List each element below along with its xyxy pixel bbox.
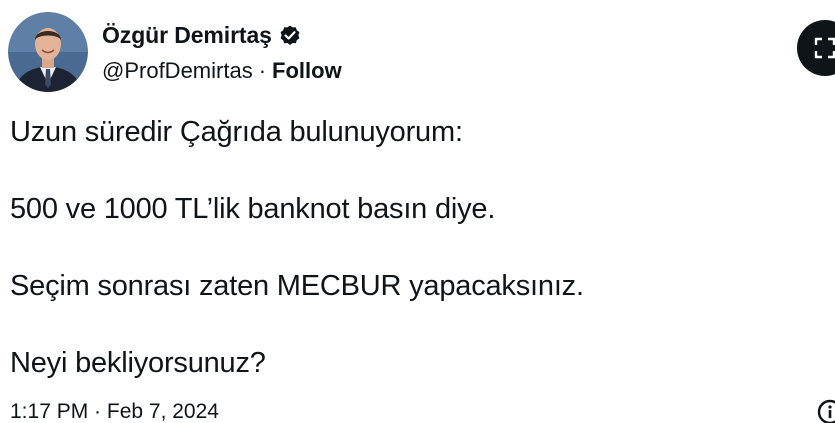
avatar[interactable]	[8, 12, 88, 92]
handle[interactable]: @ProfDemirtas	[102, 58, 253, 84]
info-icon[interactable]	[816, 398, 835, 423]
tweet-header: Özgür Demirtaş @ProfDemirtas · Follow	[8, 12, 342, 92]
tweet-card: Özgür Demirtaş @ProfDemirtas · Follow Uz…	[0, 0, 835, 423]
separator-dot: ·	[258, 58, 267, 83]
tweet-line: Uzun süredir Çağrıda bulunuyorum:	[10, 116, 463, 148]
expand-button[interactable]	[797, 20, 835, 76]
verified-badge-icon	[278, 23, 302, 47]
tweet-text: Uzun süredir Çağrıda bulunuyorum: 500 ve…	[10, 112, 810, 420]
author-info: Özgür Demirtaş @ProfDemirtas · Follow	[102, 20, 342, 84]
expand-icon	[814, 37, 835, 59]
display-name[interactable]: Özgür Demirtaş	[102, 22, 272, 49]
tweet-timestamp[interactable]: 1:17 PM · Feb 7, 2024	[10, 400, 219, 423]
tweet-line: Neyi bekliyorsunuz?	[10, 347, 266, 379]
tweet-line: 500 ve 1000 TL’lik banknot basın diye.	[10, 193, 496, 225]
name-row: Özgür Demirtaş	[102, 20, 342, 50]
follow-button[interactable]: Follow	[272, 58, 342, 84]
handle-row: @ProfDemirtas · Follow	[102, 58, 342, 84]
avatar-image	[8, 12, 88, 92]
tweet-line: Seçim sonrası zaten MECBUR yapacaksınız.	[10, 270, 584, 302]
